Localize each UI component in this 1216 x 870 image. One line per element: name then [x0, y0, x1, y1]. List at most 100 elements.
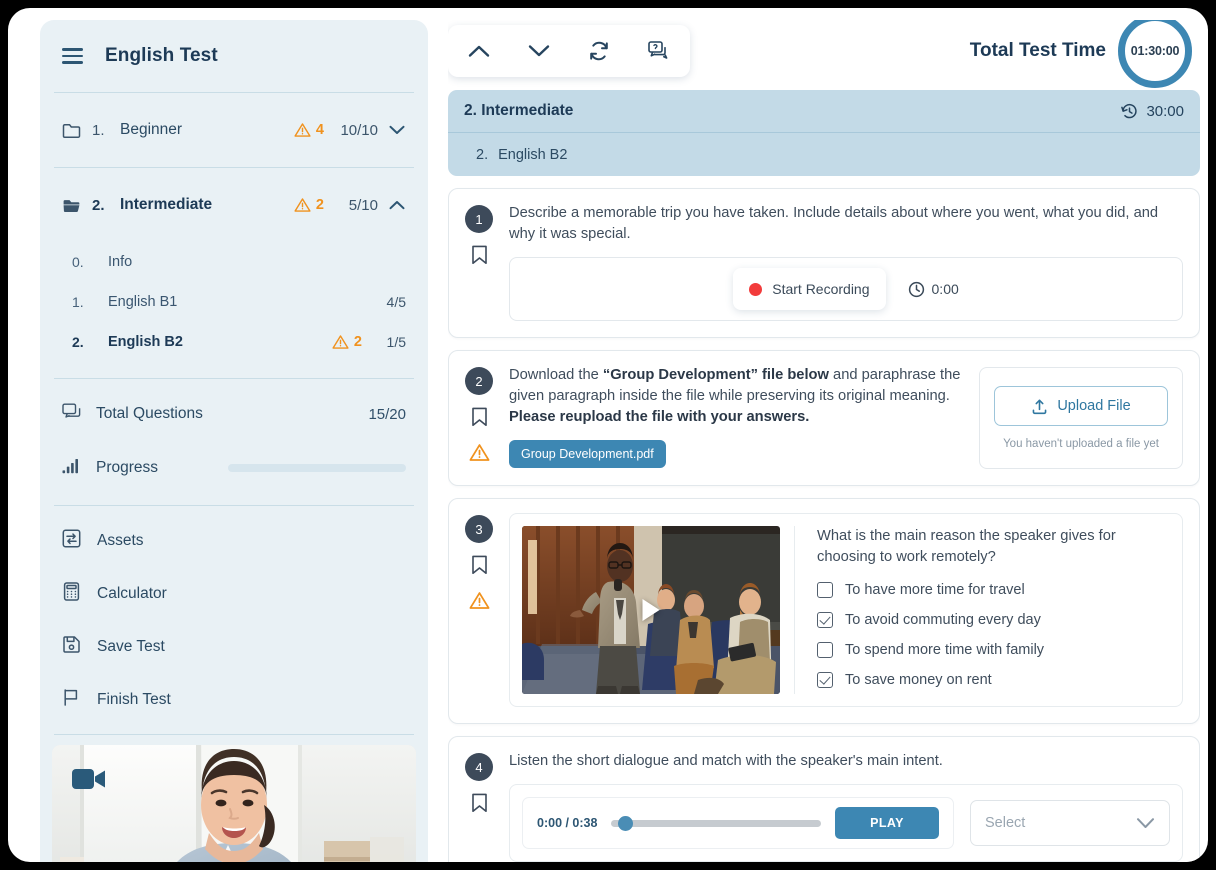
clock-icon — [908, 281, 924, 297]
warning-count: 2 — [353, 334, 362, 350]
sidebar-subitem-english-b2[interactable]: 2. English B2 2 1/5 — [40, 322, 428, 362]
section-title: 2. Intermediate — [464, 102, 574, 119]
chevron-up-icon[interactable] — [462, 34, 496, 68]
menu-item-save-test[interactable]: Save Test — [40, 620, 428, 673]
divider — [54, 734, 414, 735]
subitem-label: Info — [108, 254, 133, 270]
progress-bar — [228, 464, 406, 472]
section-remaining-value: 30:00 — [1146, 102, 1184, 120]
folder-closed-icon — [62, 120, 82, 140]
question-card-3: 3 What is the main reason the speaker gi… — [448, 498, 1200, 725]
question-card-1: 1 Describe a memorable trip you have tak… — [448, 188, 1200, 339]
menu-item-calculator[interactable]: Calculator — [40, 567, 428, 620]
checkbox[interactable] — [817, 612, 833, 629]
menu-item-label: Calculator — [97, 584, 167, 602]
sidebar-subitem-english-b1[interactable]: 1. English B1 4/5 — [40, 282, 428, 322]
subitem-label: English B1 — [108, 294, 178, 310]
upload-file-button[interactable]: Upload File — [994, 386, 1168, 427]
bookmark-icon[interactable] — [471, 244, 488, 270]
video-camera-icon — [72, 769, 105, 789]
menu-item-label: Finish Test — [97, 690, 171, 708]
subsection-title: English B2 — [498, 146, 568, 163]
total-questions-value: 15/20 — [368, 405, 406, 423]
section-header: 2. Intermediate 30:00 — [448, 90, 1200, 132]
audio-progress-track[interactable] — [611, 815, 821, 831]
bookmark-icon[interactable] — [471, 792, 488, 818]
warning-icon — [294, 123, 311, 137]
question-number: 1 — [465, 205, 493, 233]
warning-group: 2 — [332, 334, 362, 350]
chat-help-icon[interactable] — [642, 34, 676, 68]
question-body: Describe a memorable trip you have taken… — [509, 203, 1183, 322]
recording-timer: 0:00 — [908, 281, 959, 298]
question-text: Listen the short dialogue and match with… — [509, 753, 943, 770]
hamburger-icon[interactable] — [62, 48, 83, 64]
audio-progress-knob[interactable] — [617, 815, 633, 831]
question-number: 2 — [465, 367, 493, 396]
subitem-number: 0. — [72, 254, 84, 270]
save-icon — [62, 635, 81, 659]
history-clock-icon — [1121, 103, 1138, 118]
question-body: Listen the short dialogue and match with… — [509, 751, 1183, 862]
app-window: English Test 1. Beginner 4 10/10 2. Inte… — [8, 8, 1208, 862]
option-label: To spend more time with family — [845, 642, 1045, 659]
checkbox[interactable] — [817, 642, 833, 659]
question-text: Download the “Group Development” file be… — [509, 367, 961, 426]
start-recording-button[interactable]: Start Recording — [733, 268, 886, 311]
warning-group: 4 — [294, 122, 324, 138]
file-download-badge[interactable]: Group Development.pdf — [509, 440, 666, 469]
sidebar-section-score: 10/10 — [340, 121, 378, 139]
video-thumbnail[interactable] — [522, 526, 780, 695]
menu-item-finish-test[interactable]: Finish Test — [40, 673, 428, 726]
menu-item-assets[interactable]: Assets — [40, 514, 428, 567]
option-row[interactable]: To have more time for travel — [817, 582, 1170, 599]
chevron-down-icon[interactable] — [1136, 817, 1155, 829]
option-row[interactable]: To spend more time with family — [817, 642, 1170, 659]
answer-select[interactable]: Select — [970, 800, 1170, 847]
option-row[interactable]: To avoid commuting every day — [817, 612, 1170, 629]
page-title: English Test — [105, 45, 218, 66]
checkbox[interactable] — [817, 672, 833, 689]
question-number: 3 — [465, 515, 493, 544]
menu-item-label: Assets — [97, 531, 144, 549]
option-label: To save money on rent — [845, 672, 992, 689]
warning-count: 2 — [315, 197, 324, 213]
refresh-icon[interactable] — [582, 34, 616, 68]
main-content: Total Test Time 01:30:00 2. Intermediate… — [448, 20, 1200, 862]
progress-row: Progress — [40, 441, 428, 495]
option-label: To avoid commuting every day — [845, 612, 1041, 629]
play-icon[interactable] — [642, 599, 660, 622]
bookmark-icon[interactable] — [471, 406, 488, 432]
warning-icon — [469, 443, 490, 467]
chevron-down-icon[interactable] — [522, 34, 556, 68]
subitem-number: 1. — [72, 294, 84, 310]
sidebar-subitem-info[interactable]: 0. Info — [40, 242, 428, 282]
sidebar: English Test 1. Beginner 4 10/10 2. Inte… — [40, 20, 428, 862]
bookmark-icon[interactable] — [471, 554, 488, 580]
question-text: What is the main reason the speaker give… — [817, 528, 1116, 566]
audio-answer-row: 0:00 / 0:38 PLAY Select — [509, 784, 1183, 862]
top-bar: Total Test Time 01:30:00 — [448, 20, 1200, 88]
webcam-preview[interactable] — [52, 745, 416, 862]
webcam-image — [52, 745, 416, 862]
subsection-number: 2. — [476, 146, 489, 163]
play-button[interactable]: PLAY — [835, 807, 939, 840]
record-dot-icon — [749, 282, 763, 296]
divider — [54, 505, 414, 506]
option-row[interactable]: To save money on rent — [817, 672, 1170, 689]
upload-panel: Upload File You haven't uploaded a file … — [979, 367, 1183, 470]
chevron-down-icon[interactable] — [388, 125, 406, 135]
timer-ring: 01:30:00 — [1118, 20, 1192, 88]
question-gutter: 1 — [463, 203, 495, 321]
sidebar-section-intermediate[interactable]: 2. Intermediate 2 5/10 — [40, 168, 428, 242]
sidebar-section-label: Intermediate — [120, 196, 213, 213]
question-card-4: 4 Listen the short dialogue and match wi… — [448, 736, 1200, 862]
audio-player: 0:00 / 0:38 PLAY — [522, 797, 954, 850]
total-test-time: Total Test Time 01:30:00 — [970, 20, 1200, 88]
chevron-up-icon[interactable] — [388, 200, 406, 210]
sidebar-section-beginner[interactable]: 1. Beginner 4 10/10 — [40, 93, 428, 167]
checkbox[interactable] — [817, 582, 833, 599]
sidebar-header: English Test — [40, 20, 428, 92]
warning-icon — [294, 198, 311, 212]
question-gutter: 2 — [463, 365, 495, 469]
